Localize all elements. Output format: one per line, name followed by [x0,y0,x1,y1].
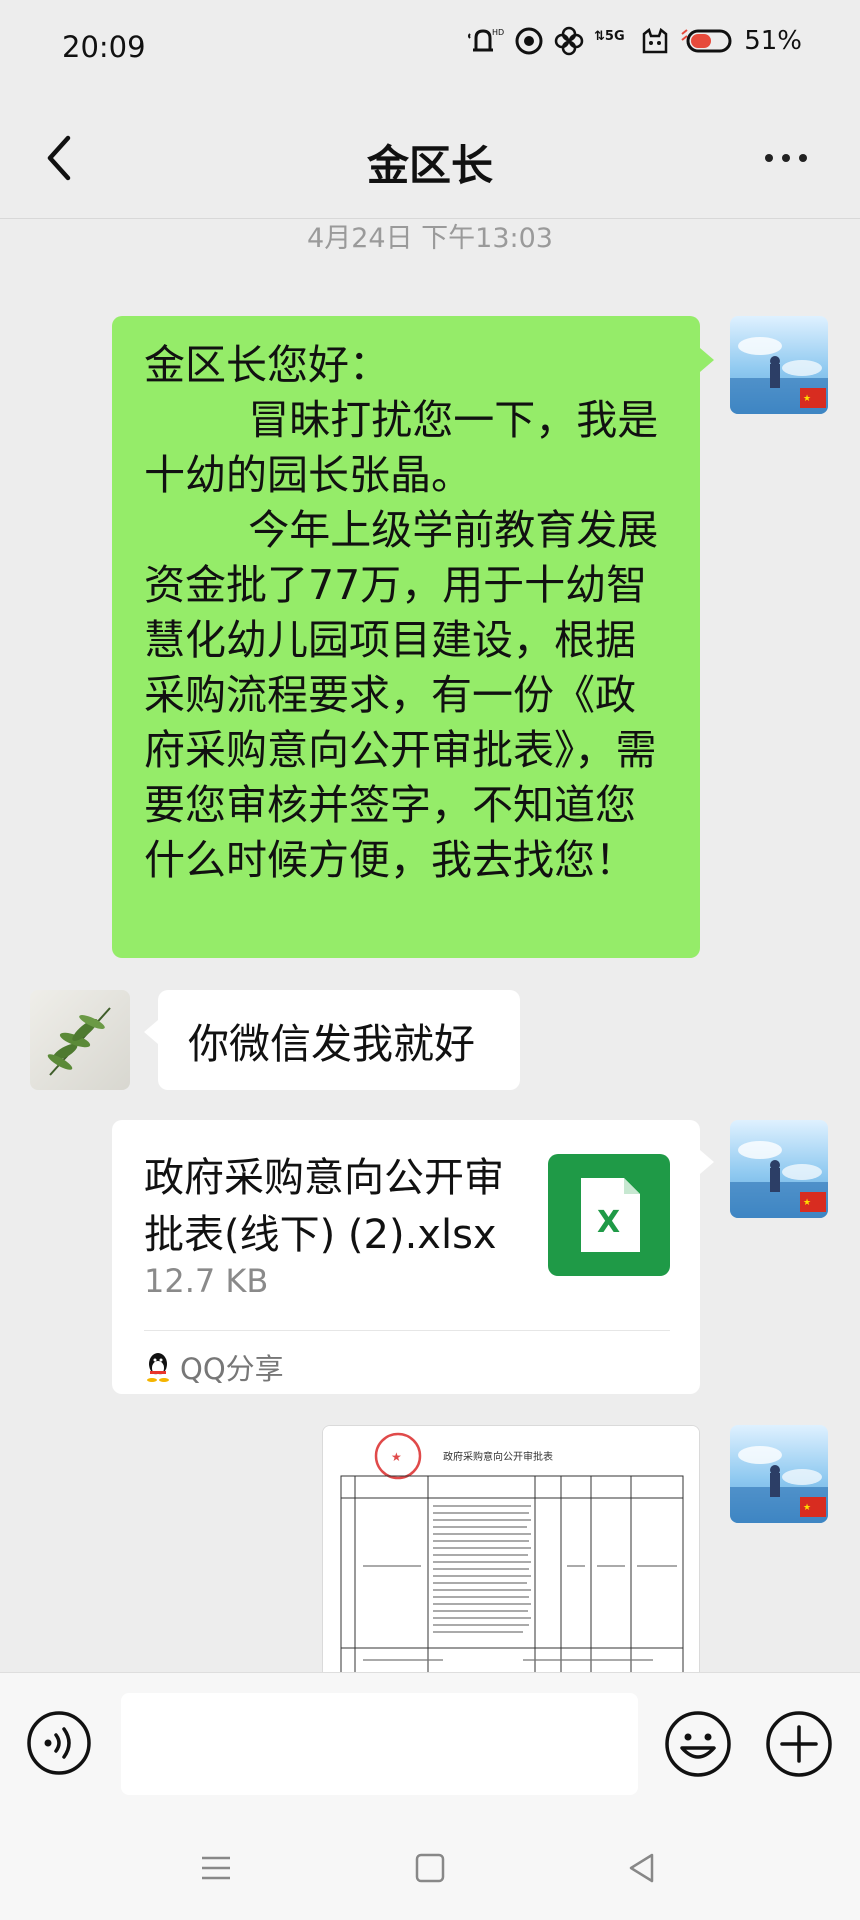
emoji-button[interactable] [664,1710,732,1778]
document-photo-icon: ★ 政府采购意向公开审批表 [323,1426,699,1674]
home-icon [415,1853,445,1883]
bell-hd-icon: HD [468,28,504,52]
file-source-label: QQ分享 [180,1352,284,1386]
target-icon [515,27,543,55]
file-card-divider [144,1330,670,1331]
flower-icon [554,26,584,56]
reply-text: 你微信发我就好 [188,1020,475,1068]
menu-icon [202,1856,230,1880]
document-title: 政府采购意向公开审批表 [443,1450,553,1463]
voice-button[interactable] [26,1710,92,1776]
message-bubble-sent[interactable]: 金区长您好： 冒昧打扰您一下，我是十幼的园长张晶。 今年上级学前教育发展资金批了… [112,316,714,958]
chat-title: 金区长 [366,141,493,190]
message-input[interactable] [121,1693,638,1795]
status-time: 20:09 [62,30,146,64]
status-icons: HD ⇅5G 51% [464,26,802,56]
file-name: 政府采购意向公开审批表(线下) (2).xlsx [144,1155,504,1258]
more-actions-button[interactable] [765,1710,833,1778]
excel-icon: X [548,1154,670,1276]
qq-penguin-icon [147,1353,169,1382]
voice-icon [27,1711,91,1775]
battery-icon [681,29,732,53]
svg-text:★: ★ [803,394,811,404]
svg-text:HD: HD [492,28,504,37]
avatar-image-icon: ★ [730,1141,828,1218]
file-size: 12.7 KB [144,1262,269,1300]
message-bubble-received[interactable]: 你微信发我就好 [144,990,520,1090]
more-button[interactable] [760,138,812,178]
back-triangle-icon [629,1853,654,1883]
file-source: QQ分享 [144,1346,284,1388]
file-message-card[interactable]: 政府采购意向公开审批表(线下) (2).xlsx 12.7 KB X QQ分享 [112,1120,714,1394]
image-message[interactable]: ★ 政府采购意向公开审批表 [322,1425,700,1675]
my-avatar[interactable]: ★ [730,316,828,414]
svg-text:X: X [597,1205,620,1240]
contact-avatar[interactable] [30,990,130,1090]
cat-icon [642,27,668,54]
svg-text:★: ★ [803,1198,811,1208]
emoji-icon [665,1711,731,1777]
battery-percent: 51% [744,26,802,56]
svg-text:⇅5G: ⇅5G [594,29,625,44]
my-avatar[interactable]: ★ [730,1425,828,1523]
nav-home-button[interactable] [412,1850,448,1886]
svg-text:★: ★ [803,1503,811,1513]
nav-back-button[interactable] [624,1850,660,1886]
plus-icon [766,1711,832,1777]
my-avatar[interactable]: ★ [730,1120,828,1218]
svg-text:★: ★ [391,1450,402,1464]
leaf-avatar-icon [47,1007,111,1076]
signal-5g-icon: ⇅5G [594,29,625,44]
avatar-image-icon: ★ [730,337,828,414]
message-timestamp: 4月24日 下午13:03 [307,223,553,254]
avatar-image-icon: ★ [730,1446,828,1523]
nav-menu-button[interactable] [198,1850,234,1886]
more-dots-icon [765,154,773,162]
message-text: 金区长您好： 冒昧打扰您一下，我是十幼的园长张晶。 今年上级学前教育发展资金批了… [144,341,659,884]
